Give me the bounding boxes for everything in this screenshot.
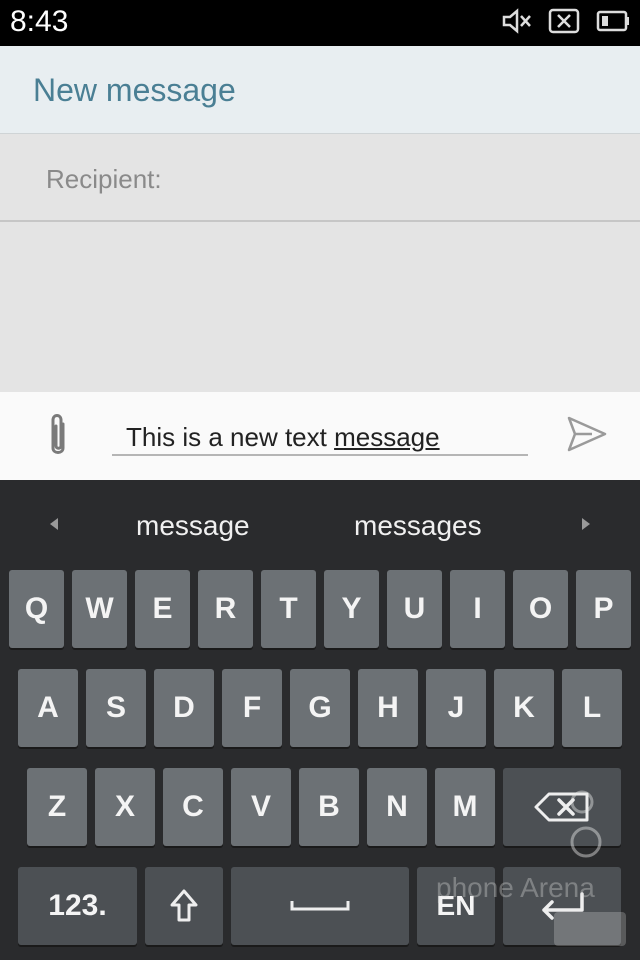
message-text-composing: message (334, 422, 440, 452)
key-b[interactable]: B (299, 768, 359, 846)
key-d[interactable]: D (154, 669, 214, 747)
key-y[interactable]: Y (324, 570, 379, 648)
app-header: New message (0, 46, 640, 134)
key-j[interactable]: J (426, 669, 486, 747)
language-key[interactable]: EN (417, 867, 495, 945)
send-icon (567, 416, 607, 452)
shift-icon (170, 889, 198, 922)
space-icon (290, 901, 350, 911)
key-g[interactable]: G (290, 669, 350, 747)
key-i[interactable]: I (450, 570, 505, 648)
key-p[interactable]: P (576, 570, 631, 648)
backspace-icon (534, 792, 589, 822)
suggestion-left-arrow-icon[interactable] (44, 514, 64, 534)
recipient-label: Recipient: (46, 164, 162, 194)
shift-key[interactable] (145, 867, 223, 945)
key-c[interactable]: C (163, 768, 223, 846)
suggestion-bar: message messages (0, 480, 640, 568)
message-text-plain: This is a new text (126, 422, 335, 452)
status-bar: 8:43 (0, 0, 640, 46)
key-z[interactable]: Z (27, 768, 87, 846)
attach-button[interactable] (36, 410, 80, 462)
key-e[interactable]: E (135, 570, 190, 648)
recipient-field[interactable]: Recipient: (0, 134, 640, 222)
message-input[interactable]: This is a new text message (112, 412, 528, 456)
key-h[interactable]: H (358, 669, 418, 747)
key-n[interactable]: N (367, 768, 427, 846)
send-button[interactable] (566, 414, 608, 454)
suggestion-item[interactable]: message (136, 510, 250, 542)
page-title: New message (33, 72, 236, 108)
battery-icon (596, 10, 630, 32)
backspace-key[interactable] (503, 768, 621, 846)
key-q[interactable]: Q (9, 570, 64, 648)
message-text: This is a new text message (126, 422, 440, 453)
no-signal-icon (548, 8, 580, 34)
enter-icon (542, 892, 584, 920)
key-a[interactable]: A (18, 669, 78, 747)
key-u[interactable]: U (387, 570, 442, 648)
enter-key[interactable] (503, 867, 621, 945)
paperclip-icon (51, 414, 65, 454)
key-o[interactable]: O (513, 570, 568, 648)
key-v[interactable]: V (231, 768, 291, 846)
key-f[interactable]: F (222, 669, 282, 747)
key-k[interactable]: K (494, 669, 554, 747)
suggestion-right-arrow-icon[interactable] (576, 514, 596, 534)
compose-bar: This is a new text message (0, 392, 640, 480)
status-icons (502, 8, 630, 34)
status-time: 8:43 (10, 5, 69, 38)
keyboard: message messages Q W E R T Y U I O P A S… (0, 480, 640, 960)
mute-icon (502, 8, 532, 34)
key-x[interactable]: X (95, 768, 155, 846)
conversation-area (0, 222, 640, 392)
key-m[interactable]: M (435, 768, 495, 846)
key-t[interactable]: T (261, 570, 316, 648)
numbers-key[interactable]: 123. (18, 867, 137, 945)
key-l[interactable]: L (562, 669, 622, 747)
suggestion-item[interactable]: messages (354, 510, 482, 542)
space-key[interactable] (231, 867, 409, 945)
key-r[interactable]: R (198, 570, 253, 648)
key-s[interactable]: S (86, 669, 146, 747)
key-w[interactable]: W (72, 570, 127, 648)
